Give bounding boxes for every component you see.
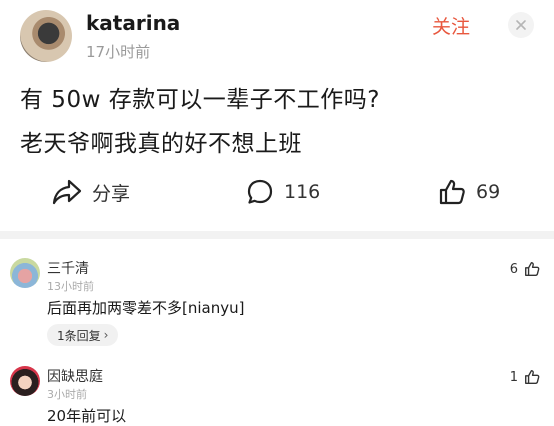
follow-button[interactable]: 关注 [432, 12, 470, 39]
commenter-name[interactable]: 因缺思庭 [47, 366, 103, 386]
thumbs-up-icon [525, 370, 540, 384]
post-timestamp: 17小时前 [86, 43, 151, 61]
comment-time: 13小时前 [47, 280, 94, 293]
replies-label: 1条回复 [57, 328, 101, 343]
comment-button[interactable]: 116 [246, 174, 320, 210]
like-count: 69 [476, 181, 501, 203]
commenter-name[interactable]: 三千清 [47, 258, 89, 278]
commenter-avatar[interactable] [10, 258, 40, 288]
comment-text: 后面再加两零差不多[nianyu] [47, 299, 245, 317]
chevron-right-icon: › [103, 328, 109, 342]
view-replies-button[interactable]: 1条回复 › [47, 324, 119, 346]
comment-time: 3小时前 [47, 388, 87, 401]
share-label: 分享 [92, 182, 131, 205]
share-icon [52, 179, 82, 205]
post-card: katarina 17小时前 关注 有 50w 存款可以一辈子不工作吗? 老天爷… [0, 0, 554, 230]
commenter-avatar[interactable] [10, 366, 40, 396]
thumbs-up-icon [439, 179, 465, 205]
comment-like-count: 6 [509, 261, 518, 277]
author-avatar[interactable] [20, 10, 72, 62]
close-button[interactable] [508, 12, 534, 38]
comment-text: 20年前可以 [47, 407, 127, 425]
comment-like-button[interactable]: 6 [510, 261, 540, 277]
post-text-line-1: 有 50w 存款可以一辈子不工作吗? [20, 87, 380, 113]
comment-like-count: 1 [509, 369, 518, 385]
comment-count: 116 [284, 181, 321, 203]
post-text-line-2: 老天爷啊我真的好不想上班 [20, 131, 302, 157]
section-divider [0, 231, 554, 239]
thumbs-up-icon [525, 262, 540, 276]
comment-icon [247, 179, 273, 204]
comment-item: 因缺思庭 3小时前 20年前可以 1 [0, 360, 554, 426]
author-username[interactable]: katarina [86, 11, 180, 35]
comment-item: 三千清 13小时前 后面再加两零差不多[nianyu] 6 1条回复 › [0, 252, 554, 352]
comment-like-button[interactable]: 1 [510, 369, 540, 385]
like-button[interactable]: 69 [438, 174, 500, 210]
share-button[interactable]: 分享 [52, 174, 130, 210]
close-icon [516, 20, 526, 30]
